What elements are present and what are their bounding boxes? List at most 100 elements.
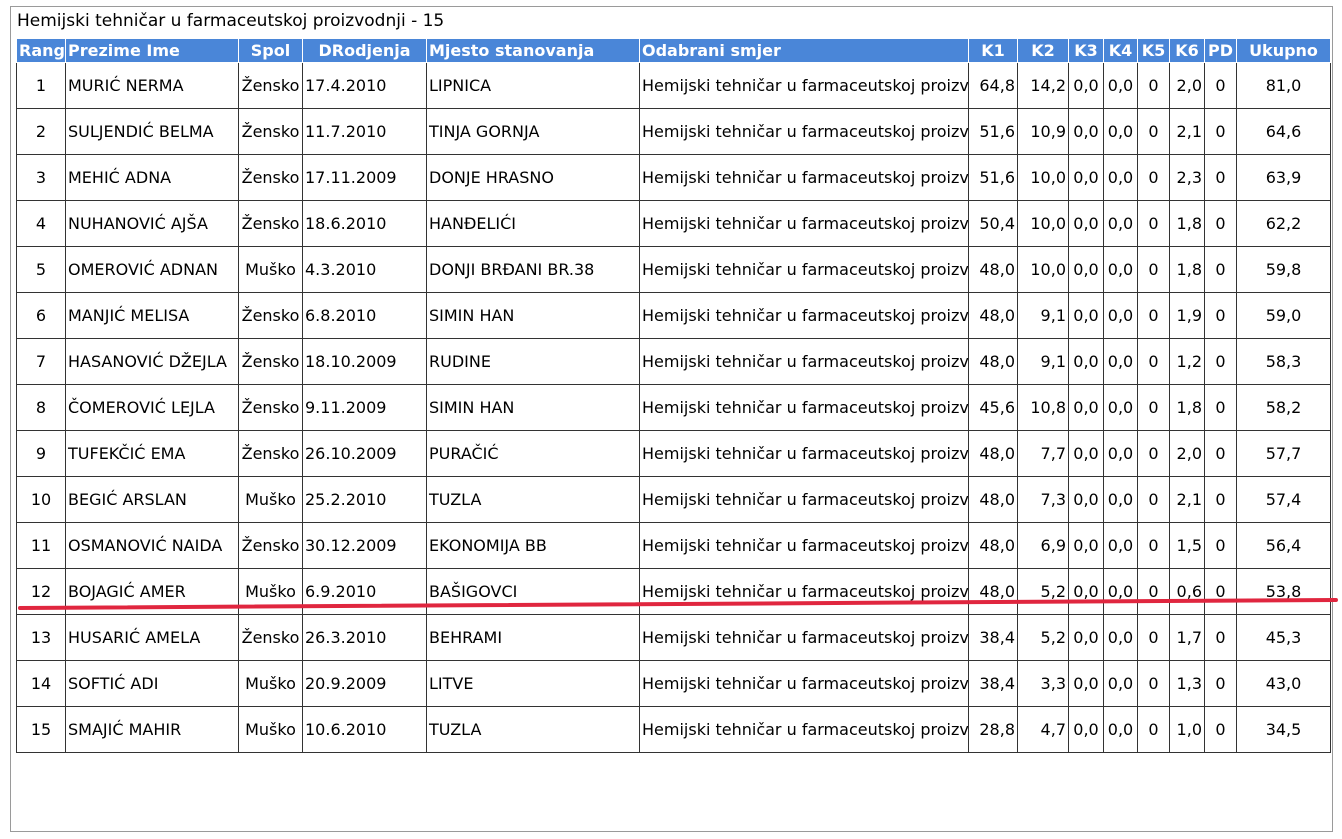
cell-k4: 0,0 [1103, 292, 1138, 339]
cell-rank: 13 [16, 614, 66, 661]
cell-k4: 0,0 [1103, 568, 1138, 615]
cell-total: 58,3 [1236, 338, 1331, 385]
cell-rank: 15 [16, 706, 66, 753]
cell-k6: 2,0 [1169, 430, 1205, 477]
cell-k3: 0,0 [1068, 522, 1104, 569]
cell-k6: 0,6 [1169, 568, 1205, 615]
cell-k2: 3,3 [1017, 660, 1069, 707]
cell-pd: 0 [1204, 62, 1237, 109]
table-row: 15 SMAJIĆ MAHIR Muško 10.6.2010 TUZLA Hemijsk… [16, 706, 1331, 753]
cell-k5: 0 [1137, 568, 1170, 615]
column-header-residence: Mjesto stanovanja [426, 38, 640, 63]
cell-k1: 48,0 [968, 522, 1018, 569]
cell-total: 64,6 [1236, 108, 1331, 155]
cell-k4: 0,0 [1103, 154, 1138, 201]
cell-name: MURIĆ NERMA [65, 62, 239, 109]
cell-k5: 0 [1137, 522, 1170, 569]
cell-k1: 48,0 [968, 338, 1018, 385]
cell-chosen-course: Hemijski tehničar u farmaceutskoj proizv… [639, 338, 969, 385]
cell-pd: 0 [1204, 200, 1237, 247]
cell-birth-date: 20.9.2009 [302, 660, 427, 707]
column-header-k1: K1 [968, 38, 1018, 63]
cell-name: OMEROVIĆ ADNAN [65, 246, 239, 293]
cell-residence: RUDINE [426, 338, 640, 385]
cell-k6: 2,1 [1169, 476, 1205, 523]
cell-k4: 0,0 [1103, 660, 1138, 707]
cell-k5: 0 [1137, 706, 1170, 753]
header-row: Rang Prezime Ime Spol DRodjenja Mjesto stano… [16, 38, 1331, 63]
table-row: 2 SULJENDIĆ BELMA Žensko 11.7.2010 TINJA GOR… [16, 108, 1331, 155]
cell-total: 45,3 [1236, 614, 1331, 661]
cell-k3: 0,0 [1068, 706, 1104, 753]
cell-birth-date: 4.3.2010 [302, 246, 427, 293]
cell-k3: 0,0 [1068, 62, 1104, 109]
cell-k1: 48,0 [968, 568, 1018, 615]
cell-birth-date: 18.10.2009 [302, 338, 427, 385]
cell-k2: 10,0 [1017, 200, 1069, 247]
cell-k5: 0 [1137, 62, 1170, 109]
cell-k3: 0,0 [1068, 384, 1104, 431]
cell-k5: 0 [1137, 384, 1170, 431]
table-row: 7 HASANOVIĆ DŽEJLA Žensko 18.10.2009 RUDINE H… [16, 338, 1331, 385]
column-header-k5: K5 [1137, 38, 1170, 63]
cell-total: 34,5 [1236, 706, 1331, 753]
cell-gender: Žensko [238, 338, 303, 385]
cell-residence: EKONOMIJA BB [426, 522, 640, 569]
cell-chosen-course: Hemijski tehničar u farmaceutskoj proizv… [639, 430, 969, 477]
cell-total: 53,8 [1236, 568, 1331, 615]
cell-k5: 0 [1137, 246, 1170, 293]
cell-residence: DONJE HRASNO [426, 154, 640, 201]
cell-k2: 5,2 [1017, 614, 1069, 661]
table-row: 11 OSMANOVIĆ NAIDA Žensko 30.12.2009 EKONOMI… [16, 522, 1331, 569]
cell-k4: 0,0 [1103, 706, 1138, 753]
cell-total: 43,0 [1236, 660, 1331, 707]
cell-residence: TUZLA [426, 706, 640, 753]
table-row: 9 TUFEKČIĆ EMA Žensko 26.10.2009 PURAČIĆ Hemi… [16, 430, 1331, 477]
cell-total: 59,0 [1236, 292, 1331, 339]
cell-k4: 0,0 [1103, 430, 1138, 477]
column-header-gender: Spol [238, 38, 303, 63]
cell-rank: 11 [16, 522, 66, 569]
cell-total: 56,4 [1236, 522, 1331, 569]
cell-birth-date: 9.11.2009 [302, 384, 427, 431]
cell-k5: 0 [1137, 338, 1170, 385]
cell-k6: 1,9 [1169, 292, 1205, 339]
cell-k4: 0,0 [1103, 108, 1138, 155]
cell-k1: 64,8 [968, 62, 1018, 109]
cell-chosen-course: Hemijski tehničar u farmaceutskoj proizv… [639, 614, 969, 661]
cell-k2: 5,2 [1017, 568, 1069, 615]
cell-chosen-course: Hemijski tehničar u farmaceutskoj proizv… [639, 154, 969, 201]
cell-k1: 51,6 [968, 108, 1018, 155]
table-row: 3 MEHIĆ ADNA Žensko 17.11.2009 DONJE HRASNO H… [16, 154, 1331, 201]
cell-birth-date: 17.4.2010 [302, 62, 427, 109]
cell-pd: 0 [1204, 108, 1237, 155]
cell-birth-date: 30.12.2009 [302, 522, 427, 569]
cell-name: OSMANOVIĆ NAIDA [65, 522, 239, 569]
cell-total: 57,4 [1236, 476, 1331, 523]
cell-rank: 5 [16, 246, 66, 293]
cell-gender: Žensko [238, 154, 303, 201]
cell-name: BEGIĆ ARSLAN [65, 476, 239, 523]
column-header-name: Prezime Ime [65, 38, 239, 63]
cell-k1: 48,0 [968, 246, 1018, 293]
cell-k6: 2,0 [1169, 62, 1205, 109]
cell-chosen-course: Hemijski tehničar u farmaceutskoj proizv… [639, 246, 969, 293]
cell-rank: 10 [16, 476, 66, 523]
cell-gender: Muško [238, 476, 303, 523]
cell-k5: 0 [1137, 154, 1170, 201]
cell-birth-date: 18.6.2010 [302, 200, 427, 247]
cell-k6: 2,3 [1169, 154, 1205, 201]
cell-k3: 0,0 [1068, 246, 1104, 293]
cell-k6: 1,8 [1169, 246, 1205, 293]
table-row: 6 MANJIĆ MELISA Žensko 6.8.2010 SIMIN HAN Hem… [16, 292, 1331, 339]
table-row: 4 NUHANOVIĆ AJŠA Žensko 18.6.2010 HANĐELIĆI H… [16, 200, 1331, 247]
cell-residence: DONJI BRĐANI BR.38 [426, 246, 640, 293]
cell-total: 62,2 [1236, 200, 1331, 247]
cell-name: ČOMEROVIĆ LEJLA [65, 384, 239, 431]
cell-pd: 0 [1204, 522, 1237, 569]
table-row: 13 HUSARIĆ AMELA Žensko 26.3.2010 BEHRAMI Hem… [16, 614, 1331, 661]
cell-k4: 0,0 [1103, 62, 1138, 109]
cell-k2: 4,7 [1017, 706, 1069, 753]
cell-gender: Muško [238, 660, 303, 707]
cell-birth-date: 10.6.2010 [302, 706, 427, 753]
